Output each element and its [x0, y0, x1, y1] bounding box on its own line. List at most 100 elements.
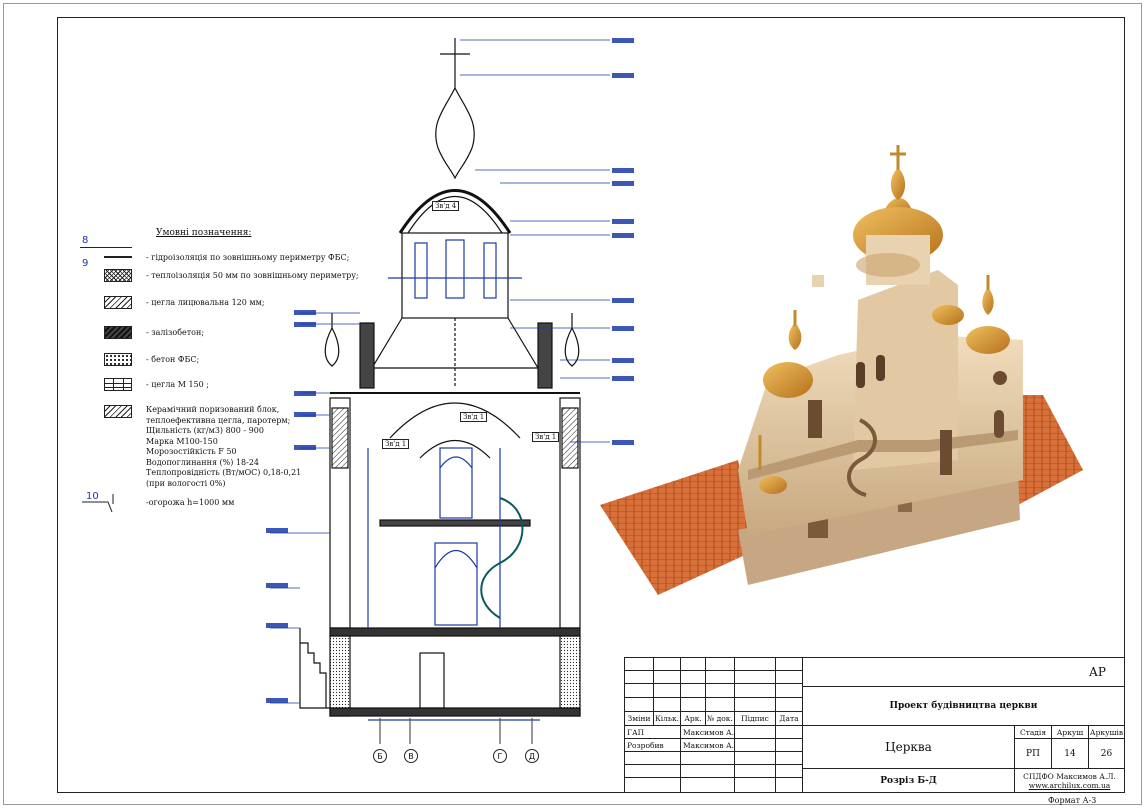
tb-object-name: Церква — [802, 725, 1015, 769]
facing-brick-swatch — [104, 295, 132, 309]
tb-date-cell — [775, 725, 803, 739]
fbs-concrete-swatch — [104, 352, 132, 366]
legend-title: Умовні позначення: — [156, 228, 252, 238]
tb-grid-cell — [705, 683, 735, 698]
axis-marker: Г — [493, 749, 507, 763]
tb-grid-cell — [680, 777, 735, 793]
tb-stage-label: Стадія — [1014, 725, 1052, 739]
tb-grid-cell — [705, 657, 735, 671]
tb-sheet-label: Аркуш — [1051, 725, 1089, 739]
legend-num-8: 8 — [82, 235, 89, 246]
railing-text: -огорожа h=1000 мм — [146, 498, 235, 507]
tb-grid-cell — [680, 697, 706, 712]
tb-signature-cell — [734, 725, 776, 739]
legend-row-fbs: - бетон ФБС; — [104, 352, 199, 366]
tb-grid-cell — [624, 751, 681, 765]
church-section-drawing — [270, 38, 610, 744]
tb-sheet-title: Розріз Б-Д — [802, 768, 1015, 793]
tb-date-cell — [775, 738, 803, 752]
tb-grid-cell — [775, 751, 803, 765]
railing-leader — [82, 494, 114, 513]
tb-grid-cell — [653, 697, 681, 712]
tb-grid-cell — [775, 764, 803, 778]
legend-row-concrete: - залізобетон; — [104, 325, 204, 339]
legend-num-9: 9 — [82, 258, 89, 269]
tb-grid-cell — [734, 657, 776, 671]
tb-col-header: Кільк. — [653, 711, 681, 726]
tb-organization: СПДФО Максимов А.Л. www.archilux.com.ua — [1014, 768, 1125, 793]
tb-grid-cell — [775, 657, 803, 671]
tb-role: Розробив — [624, 738, 681, 752]
tb-role-name: Максимов А.Л. — [680, 738, 735, 752]
tb-grid-cell — [624, 697, 654, 712]
tb-grid-cell — [680, 764, 735, 778]
tb-grid-cell — [705, 697, 735, 712]
level-label: Зв'д 1 — [532, 432, 560, 442]
tb-grid-cell — [734, 697, 776, 712]
elevation-mark — [294, 412, 316, 417]
tb-sheets-value: 26 — [1088, 738, 1125, 769]
tb-grid-cell — [680, 683, 706, 698]
org-website-link[interactable]: www.archilux.com.ua — [1029, 781, 1111, 790]
elevation-mark — [612, 38, 634, 43]
tb-grid-cell — [680, 657, 706, 671]
insulation-swatch — [104, 268, 132, 282]
elevation-mark — [294, 322, 316, 327]
tb-role-name: Максимов А.Л. — [680, 725, 735, 739]
project-code-text: АР — [1088, 665, 1106, 679]
legend-row-facing-brick: - цегла лицювальна 120 мм; — [104, 295, 265, 309]
elevation-mark — [266, 583, 288, 588]
tb-project-code: АР — [802, 657, 1125, 687]
org-name: СПДФО Максимов А.Л. — [1023, 771, 1116, 781]
waterproofing-line — [104, 256, 132, 258]
roof-plane-left — [600, 460, 756, 595]
tb-col-header: Підпис — [734, 711, 776, 726]
tb-grid-cell — [624, 657, 654, 671]
tb-grid-cell — [624, 670, 654, 684]
elevation-mark — [294, 310, 316, 315]
legend-text: - цегла лицювальна 120 мм; — [146, 297, 265, 307]
legend-leader-8 — [80, 247, 132, 248]
tb-grid-cell — [775, 670, 803, 684]
axis-marker: Д — [525, 749, 539, 763]
tb-grid-cell — [734, 683, 776, 698]
tb-grid-cell — [624, 777, 681, 793]
level-label: Зв'д 1 — [460, 412, 488, 422]
tb-grid-cell — [775, 777, 803, 793]
legend-text: - цегла М 150 ; — [146, 379, 209, 389]
elevation-mark — [266, 623, 288, 628]
elevation-mark — [294, 391, 316, 396]
tb-role: ГАП — [624, 725, 681, 739]
church-3d-cutaway-render — [600, 145, 1083, 595]
tb-grid-cell — [624, 683, 654, 698]
legend-text: - залізобетон; — [146, 327, 205, 337]
tb-col-header: Дата — [775, 711, 803, 726]
tb-col-header: Зміни — [624, 711, 654, 726]
tb-grid-cell — [775, 683, 803, 698]
elevation-mark — [612, 73, 634, 78]
axis-marker: В — [404, 749, 418, 763]
tb-grid-cell — [705, 670, 735, 684]
legend-row-brick: - цегла М 150 ; — [104, 377, 209, 391]
tb-grid-cell — [653, 683, 681, 698]
legend-text: - бетон ФБС; — [146, 354, 200, 364]
tb-grid-cell — [680, 670, 706, 684]
tb-signature-cell — [734, 738, 776, 752]
tb-sheets-label: Аркушів — [1088, 725, 1125, 739]
level-label: Зв'д 4 — [432, 201, 460, 211]
tb-grid-cell — [653, 657, 681, 671]
tb-grid-cell — [734, 670, 776, 684]
sheet-format: Формат А-3 — [1048, 796, 1097, 805]
tb-grid-cell — [680, 751, 735, 765]
tb-grid-cell — [734, 764, 776, 778]
tb-grid-cell — [734, 777, 776, 793]
tb-grid-cell — [775, 697, 803, 712]
tb-grid-cell — [624, 764, 681, 778]
tb-stage-value: РП — [1014, 738, 1052, 769]
elevation-mark — [266, 528, 288, 533]
tb-grid-cell — [653, 670, 681, 684]
reinforced-concrete-swatch — [104, 325, 132, 339]
elevation-mark — [266, 698, 288, 703]
tb-sheet-value: 14 — [1051, 738, 1089, 769]
tb-col-header: № док. — [705, 711, 735, 726]
